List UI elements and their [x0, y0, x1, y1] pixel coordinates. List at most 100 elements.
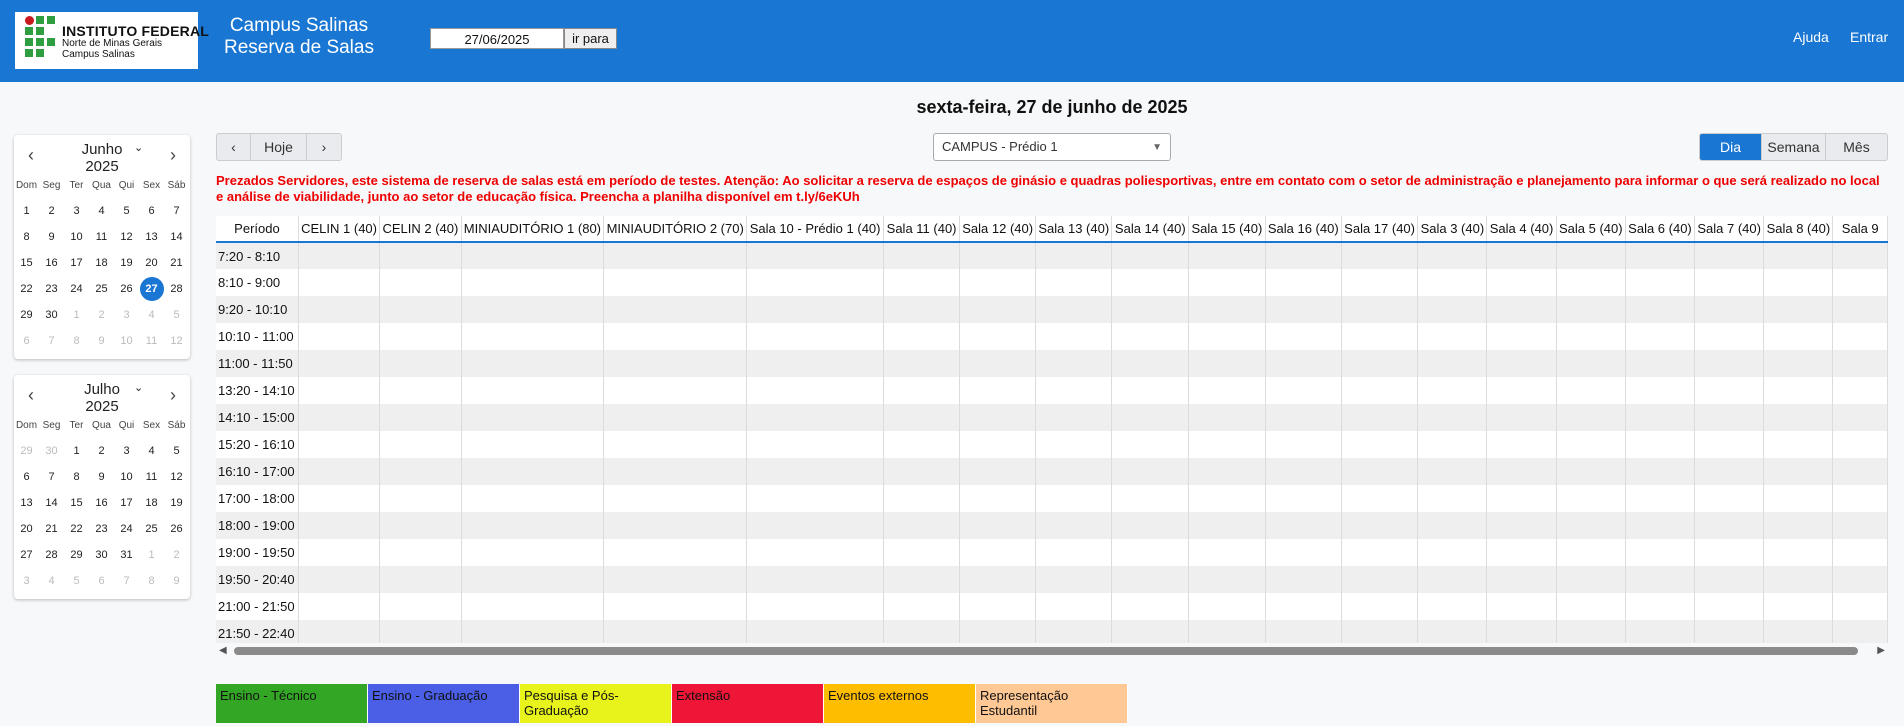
booking-slot[interactable]: [746, 323, 884, 350]
booking-slot[interactable]: [1763, 269, 1834, 296]
booking-slot[interactable]: [1556, 350, 1626, 377]
booking-slot[interactable]: [959, 458, 1037, 485]
calendar-day[interactable]: 28: [39, 543, 64, 569]
calendar-day[interactable]: 13: [139, 225, 164, 251]
booking-slot[interactable]: [1486, 485, 1557, 512]
booking-slot[interactable]: [379, 350, 462, 377]
scrollbar-thumb[interactable]: [234, 647, 1858, 655]
booking-slot[interactable]: [1265, 593, 1342, 620]
booking-slot[interactable]: [461, 350, 605, 377]
booking-slot[interactable]: [461, 593, 605, 620]
booking-slot[interactable]: [1556, 458, 1626, 485]
booking-slot[interactable]: [1763, 458, 1834, 485]
booking-slot[interactable]: [1188, 593, 1266, 620]
booking-slot[interactable]: [603, 620, 748, 643]
calendar-day[interactable]: 12: [164, 329, 189, 355]
booking-slot[interactable]: [1035, 350, 1113, 377]
booking-slot[interactable]: [959, 512, 1037, 539]
booking-slot[interactable]: [1341, 566, 1419, 593]
booking-slot[interactable]: [461, 566, 605, 593]
chevron-left-icon[interactable]: ‹: [22, 145, 40, 166]
booking-slot[interactable]: [298, 431, 381, 458]
booking-slot[interactable]: [1832, 539, 1888, 566]
booking-slot[interactable]: [959, 296, 1037, 323]
calendar-day[interactable]: 10: [64, 225, 89, 251]
booking-slot[interactable]: [1694, 350, 1765, 377]
calendar-day[interactable]: 21: [164, 251, 189, 277]
booking-slot[interactable]: [1188, 350, 1266, 377]
calendar-day[interactable]: 15: [64, 491, 89, 517]
booking-slot[interactable]: [959, 377, 1037, 404]
booking-slot[interactable]: [1417, 404, 1488, 431]
calendar-day[interactable]: 8: [64, 329, 89, 355]
booking-slot[interactable]: [746, 593, 884, 620]
booking-slot[interactable]: [1486, 458, 1557, 485]
view-week-button[interactable]: Semana: [1762, 134, 1826, 160]
calendar-day[interactable]: 3: [114, 439, 139, 465]
booking-slot[interactable]: [1763, 512, 1834, 539]
booking-slot[interactable]: [1625, 323, 1696, 350]
booking-slot[interactable]: [1694, 539, 1765, 566]
booking-slot[interactable]: [1832, 404, 1888, 431]
booking-slot[interactable]: [1625, 377, 1696, 404]
booking-slot[interactable]: [1832, 323, 1888, 350]
booking-slot[interactable]: [298, 458, 381, 485]
booking-slot[interactable]: [1486, 242, 1557, 269]
booking-slot[interactable]: [1341, 485, 1419, 512]
booking-slot[interactable]: [1832, 512, 1888, 539]
booking-slot[interactable]: [746, 350, 884, 377]
booking-slot[interactable]: [1625, 269, 1696, 296]
booking-slot[interactable]: [1556, 566, 1626, 593]
calendar-day[interactable]: 21: [39, 517, 64, 543]
booking-slot[interactable]: [1763, 566, 1834, 593]
booking-slot[interactable]: [1763, 404, 1834, 431]
booking-slot[interactable]: [379, 404, 462, 431]
booking-slot[interactable]: [1763, 296, 1834, 323]
calendar-day[interactable]: 8: [14, 225, 39, 251]
booking-slot[interactable]: [1111, 377, 1190, 404]
chevron-left-icon[interactable]: ‹: [22, 385, 40, 406]
booking-slot[interactable]: [1486, 620, 1557, 643]
booking-slot[interactable]: [1188, 566, 1266, 593]
calendar-day[interactable]: 18: [139, 491, 164, 517]
booking-slot[interactable]: [959, 620, 1037, 643]
calendar-day[interactable]: 27: [139, 277, 164, 303]
calendar-day[interactable]: 7: [164, 199, 189, 225]
booking-slot[interactable]: [959, 323, 1037, 350]
booking-slot[interactable]: [746, 431, 884, 458]
booking-slot[interactable]: [298, 296, 381, 323]
booking-slot[interactable]: [883, 242, 961, 269]
booking-slot[interactable]: [883, 620, 961, 643]
booking-slot[interactable]: [883, 566, 961, 593]
booking-slot[interactable]: [1694, 323, 1765, 350]
chevron-right-icon[interactable]: ›: [164, 145, 182, 166]
booking-slot[interactable]: [1625, 431, 1696, 458]
booking-slot[interactable]: [1556, 512, 1626, 539]
booking-slot[interactable]: [1417, 377, 1488, 404]
booking-slot[interactable]: [1486, 404, 1557, 431]
booking-slot[interactable]: [1188, 512, 1266, 539]
booking-slot[interactable]: [1694, 512, 1765, 539]
booking-slot[interactable]: [1486, 566, 1557, 593]
calendar-day[interactable]: 28: [164, 277, 189, 303]
booking-slot[interactable]: [298, 404, 381, 431]
booking-slot[interactable]: [1417, 269, 1488, 296]
booking-slot[interactable]: [379, 431, 462, 458]
booking-slot[interactable]: [1111, 593, 1190, 620]
calendar-day[interactable]: 14: [164, 225, 189, 251]
booking-slot[interactable]: [1556, 431, 1626, 458]
scroll-right-icon[interactable]: ▶: [1877, 645, 1885, 657]
booking-slot[interactable]: [883, 458, 961, 485]
booking-slot[interactable]: [746, 620, 884, 643]
calendar-day[interactable]: 27: [14, 543, 39, 569]
booking-slot[interactable]: [746, 269, 884, 296]
calendar-day[interactable]: 22: [64, 517, 89, 543]
booking-slot[interactable]: [883, 269, 961, 296]
booking-slot[interactable]: [1341, 539, 1419, 566]
view-day-button[interactable]: Dia: [1700, 134, 1762, 160]
booking-slot[interactable]: [746, 296, 884, 323]
calendar-day[interactable]: 8: [139, 569, 164, 595]
booking-slot[interactable]: [1486, 431, 1557, 458]
calendar-day[interactable]: 11: [139, 329, 164, 355]
booking-slot[interactable]: [959, 593, 1037, 620]
